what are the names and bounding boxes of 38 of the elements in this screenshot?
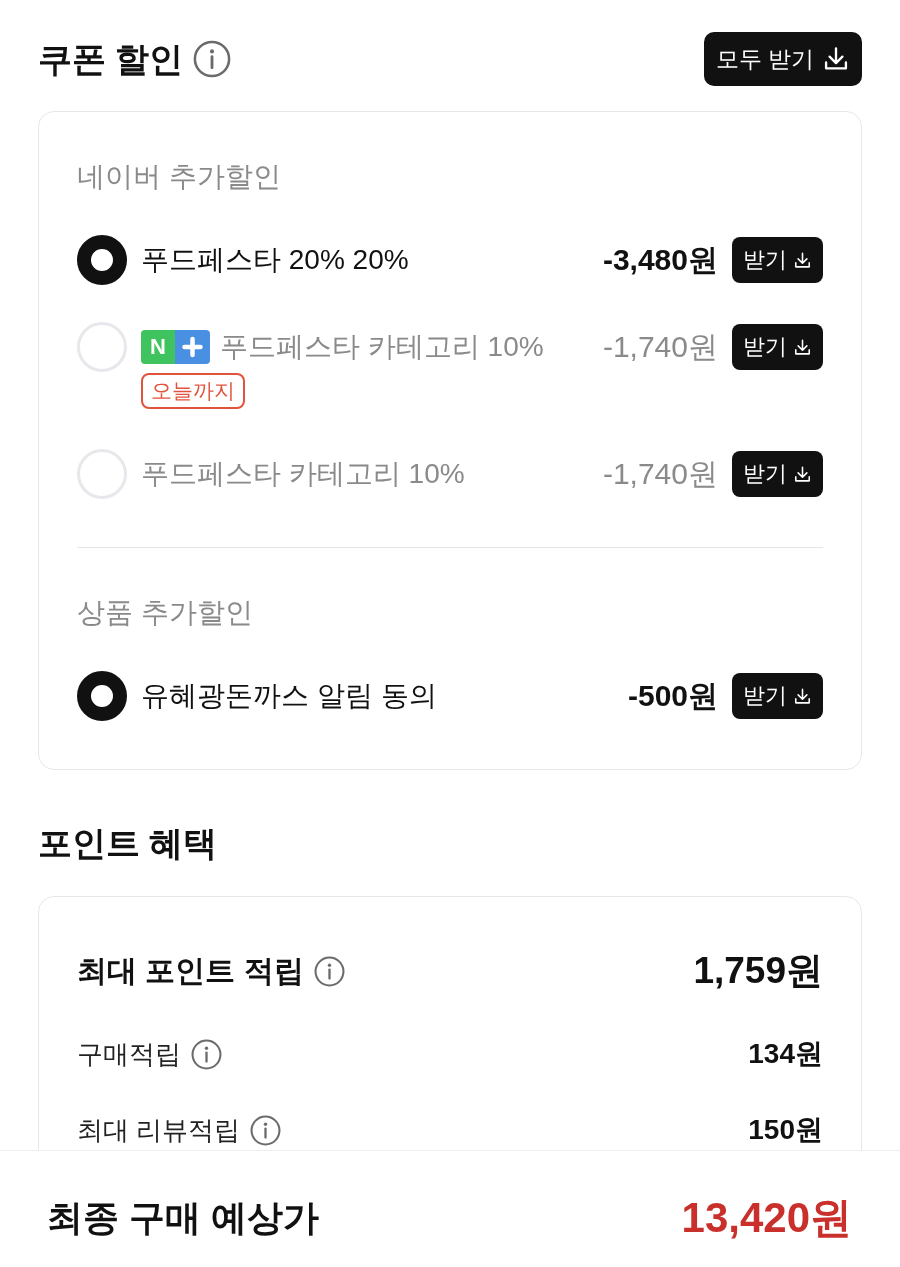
download-icon xyxy=(793,337,812,357)
download-icon xyxy=(793,464,812,484)
coupon-name: 푸드페스타 카테고리 10% xyxy=(141,457,465,491)
point-label: 구매적립 xyxy=(77,1038,181,1070)
section-title: 포인트 혜택 xyxy=(38,823,219,863)
info-icon[interactable] xyxy=(250,1114,282,1146)
badge-letter: N xyxy=(141,330,175,364)
coupon-name: 유혜광돈까스 알림 동의 xyxy=(141,679,437,713)
point-amount: 134원 xyxy=(748,1037,823,1071)
download-icon xyxy=(793,250,812,270)
point-label: 최대 리뷰적립 xyxy=(77,1114,241,1146)
point-amount: 150원 xyxy=(748,1113,823,1147)
coupon-name: 푸드페스타 20% 20% xyxy=(141,243,409,277)
deadline-tag: 오늘까지 xyxy=(141,373,245,409)
section-title: 쿠폰 할인 xyxy=(38,39,184,79)
coupon-name: 푸드페스타 카테고리 10% xyxy=(220,330,544,364)
download-coupon-button[interactable]: 받기 xyxy=(732,451,823,497)
total-label: 최종 구매 예상가 xyxy=(47,1197,319,1239)
download-coupon-button[interactable]: 받기 xyxy=(732,237,823,283)
download-coupon-button[interactable]: 받기 xyxy=(732,673,823,719)
download-all-button[interactable]: 모두 받기 xyxy=(704,32,862,86)
radio-button[interactable] xyxy=(77,235,127,285)
point-label: 최대 포인트 적립 xyxy=(77,953,304,989)
info-icon[interactable] xyxy=(313,955,345,987)
download-coupon-button[interactable]: 받기 xyxy=(732,324,823,370)
discount-amount: -500원 xyxy=(627,678,718,714)
group-title: 네이버 추가할인 xyxy=(77,160,282,194)
total-price: 13,420원 xyxy=(681,1194,852,1242)
download-icon xyxy=(793,686,812,706)
plus-icon xyxy=(175,330,210,364)
group-title: 상품 추가할인 xyxy=(77,596,254,630)
point-amount: 1,759원 xyxy=(693,950,823,992)
discount-amount: -1,740원 xyxy=(602,329,718,365)
info-icon[interactable] xyxy=(191,1038,222,1070)
discount-amount: -1,740원 xyxy=(602,456,718,492)
info-icon[interactable] xyxy=(193,40,232,78)
radio-button[interactable] xyxy=(77,671,127,721)
discount-amount: -3,480원 xyxy=(602,242,718,278)
